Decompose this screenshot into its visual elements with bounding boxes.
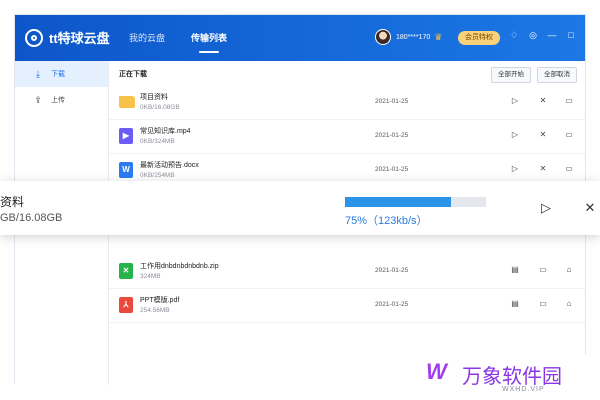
section-title: 正在下载 [119,71,147,78]
sidebar-item-label: 上传 [51,97,65,104]
play-icon[interactable]: ▷ [509,129,521,141]
nav-my-disk[interactable]: 我的云盘 [129,15,165,61]
folder-open-icon[interactable]: ▭ [563,95,575,107]
video-file-icon: ▶ [119,128,133,144]
list-item[interactable]: 项目资料 0KB/16.08GB 2021-01-25 ▷ ✕ ▭ [109,85,585,120]
pdf-file-icon: ⅄ [119,297,133,313]
watermark-brand: 万象软件园 [462,366,562,388]
folder-icon [119,96,135,108]
download-icon: ⤓ [36,68,40,79]
file-icon[interactable]: ▤ [509,264,521,276]
user-info[interactable]: 180****170 ♛ [375,29,442,45]
file-name: PPT模版.pdf [140,297,180,304]
progress-bar [345,197,486,207]
cancel-all-button[interactable]: 全部取消 [537,67,577,83]
file-date: 2021-01-25 [375,132,409,139]
watermark: W 万象软件园 WXHD.VIP [400,355,600,400]
play-icon[interactable]: ▷ [538,200,554,216]
sidebar-item-label: 下载 [51,71,65,78]
file-size: 0KB/16.08GB [140,104,180,111]
file-size: 254.56MB [140,307,170,314]
file-name: 工作用dnbdnbdnbdnb.zip [140,263,219,270]
file-date: 2021-01-25 [375,166,409,173]
folder-open-icon[interactable]: ▭ [537,298,549,310]
user-phone: 180****170 [396,33,431,41]
cancel-icon[interactable]: ✕ [537,129,549,141]
cancel-icon[interactable]: ✕ [537,163,549,175]
list-item[interactable]: ✕ 工作用dnbdnbdnbdnb.zip 324MB 2021-01-25 ▤… [109,254,585,289]
logo-text: tt特球云盘 [49,31,110,46]
zip-file-icon: ✕ [119,263,133,279]
close-icon[interactable]: ✕ [582,200,598,216]
close-icon[interactable]: ✕ [585,30,595,41]
nav-transfer-list[interactable]: 传输列表 [191,15,227,61]
top-bar: tt特球云盘 我的云盘 传输列表 180****170 ♛ 会员特权 ♢ ◎ —… [15,15,594,61]
progress-file-name: 资料 [0,195,25,209]
file-date: 2021-01-25 [375,267,409,274]
minimize-icon[interactable]: — [547,30,557,41]
logo-icon [25,28,43,47]
file-name: 项目资料 [140,94,168,101]
delete-icon[interactable]: ⌂ [563,298,575,310]
app-logo: tt特球云盘 [25,28,110,47]
folder-open-icon[interactable]: ▭ [537,264,549,276]
progress-bar-fill [345,197,451,207]
watermark-logo-icon: W [426,359,447,384]
file-size: 0KB/324MB [140,138,175,145]
top-nav: 我的云盘 传输列表 [129,15,253,61]
list-item[interactable]: ⅄ PPT模版.pdf 254.56MB 2021-01-25 ▤ ▭ ⌂ [109,288,585,323]
file-date: 2021-01-25 [375,98,409,105]
progress-percent: 75%（123kb/s） [345,215,428,227]
sidebar-item-upload[interactable]: ⇪ 上传 [15,87,108,113]
play-icon[interactable]: ▷ [509,163,521,175]
play-icon[interactable]: ▷ [509,95,521,107]
delete-icon[interactable]: ⌂ [563,264,575,276]
file-name: 最新活动预告.docx [140,162,199,169]
list-item[interactable]: ▶ 常见知识库.mp4 0KB/324MB 2021-01-25 ▷ ✕ ▭ [109,119,585,154]
progress-file-size: GB/16.08GB [0,212,63,224]
upload-icon: ⇪ [34,94,42,105]
folder-open-icon[interactable]: ▭ [563,163,575,175]
watermark-url: WXHD.VIP [502,386,545,393]
download-progress-card: 资料 GB/16.08GB 75%（123kb/s） ▷ ✕ [0,181,600,235]
bell-icon[interactable]: ♢ [509,30,519,41]
window-controls: ♢ ◎ — □ ✕ [509,30,595,41]
start-all-button[interactable]: 全部开始 [491,67,531,83]
file-size: 0KB/254MB [140,172,175,179]
cancel-icon[interactable]: ✕ [537,95,549,107]
vip-button[interactable]: 会员特权 [458,31,500,45]
word-file-icon: W [119,162,133,178]
crown-icon: ♛ [434,31,443,42]
maximize-icon[interactable]: □ [566,30,576,41]
avatar[interactable] [375,29,391,45]
file-icon[interactable]: ▤ [509,298,521,310]
settings-icon[interactable]: ◎ [528,30,538,41]
file-size: 324MB [140,273,161,280]
folder-open-icon[interactable]: ▭ [563,129,575,141]
file-name: 常见知识库.mp4 [140,128,191,135]
sidebar-item-download[interactable]: ⤓ 下载 [15,61,108,87]
file-date: 2021-01-25 [375,301,409,308]
